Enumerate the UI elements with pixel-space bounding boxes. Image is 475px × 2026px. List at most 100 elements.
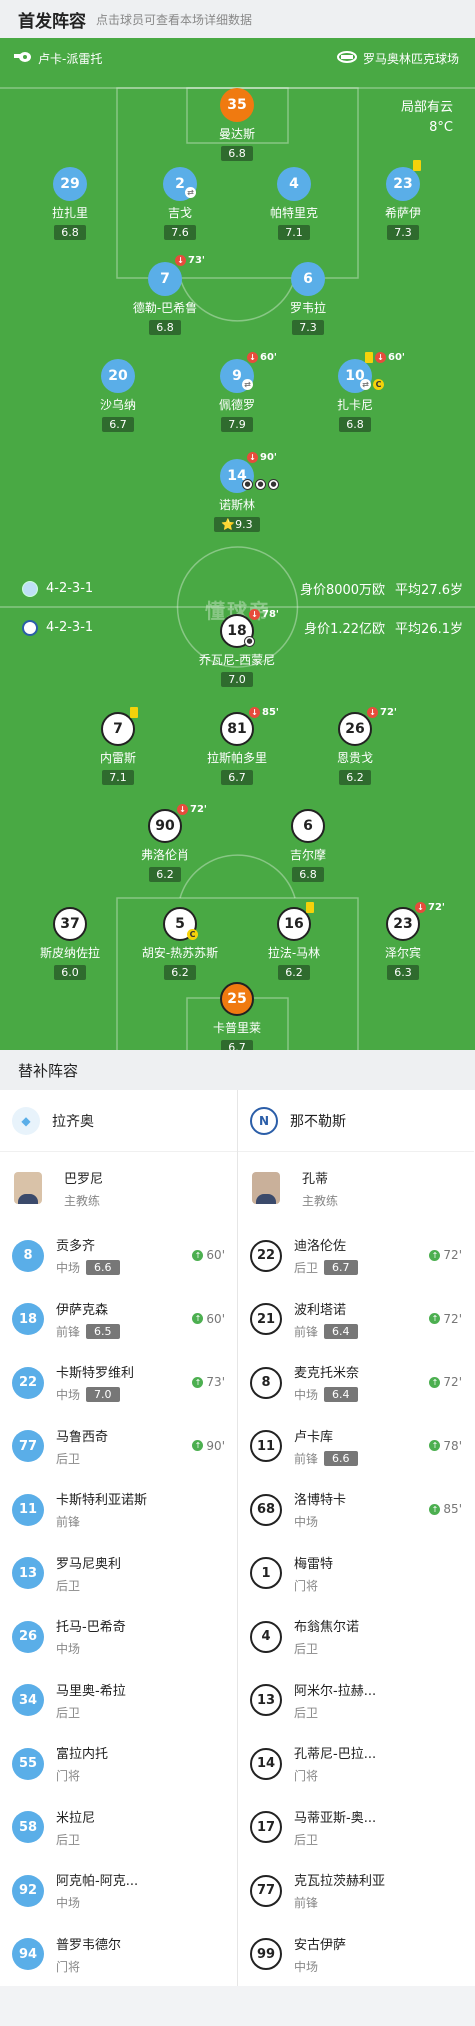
sub-player-row[interactable]: 18 伊萨克森 前锋 6.5 ↑ 60' (0, 1288, 237, 1352)
pitch-player[interactable]: 18 ↓ 78' ● 乔瓦尼-西蒙尼 7.0 (182, 609, 292, 687)
sub-player-row[interactable]: 17 马蒂亚斯-奥... 后卫 (238, 1796, 474, 1860)
pitch-player[interactable]: 6 罗韦拉 7.3 (253, 262, 363, 335)
pitch-player[interactable]: 6 吉尔摩 6.8 (253, 809, 363, 882)
player-number: 2 (175, 176, 185, 192)
sub-minute: 85' (262, 707, 279, 718)
sub-out-icon: ↓ (415, 902, 426, 913)
pitch-player[interactable]: 23 希萨伊 7.3 (348, 160, 458, 240)
sub-out-icon: ↓ (249, 609, 260, 620)
sub-player-row[interactable]: 22 卡斯特罗维利 中场 7.0 ↑ 73' (0, 1351, 237, 1415)
sub-name: 伊萨克森 (56, 1302, 109, 1318)
sub-player-row[interactable]: 34 马里奥-希拉 后卫 (0, 1669, 237, 1733)
sub-player-row[interactable]: 26 托马-巴希奇 中场 (0, 1605, 237, 1669)
sub-player-row[interactable]: 11 卢卡库 前锋 6.6 ↑ 78' (238, 1415, 474, 1479)
player-name: 胡安-热苏苏斯 (141, 946, 219, 960)
player-name: 曼达斯 (218, 127, 255, 141)
sub-player-row[interactable]: 8 麦克托米奈 中场 6.4 ↑ 72' (238, 1351, 474, 1415)
pitch-player[interactable]: 10 ↓ 60' ⇄ C 扎卡尼 6.8 (300, 352, 410, 432)
sub-minute: 60' (260, 352, 277, 363)
rating-value: 7.3 (299, 321, 317, 334)
sub-player-row[interactable]: 4 布翁焦尔诺 后卫 (238, 1605, 474, 1669)
player-number: 6 (303, 271, 313, 287)
player-events: ↓ 73' (175, 255, 205, 266)
sub-in-arrow-icon: ↑ (192, 1376, 204, 1388)
player-rating: 7.0 (221, 672, 253, 687)
home-coach[interactable]: 巴罗尼 主教练 (0, 1152, 237, 1224)
sub-in: ↑ 72' (429, 1375, 462, 1389)
rating-value: 7.0 (228, 673, 246, 686)
napoli-logo-icon: N (250, 1106, 278, 1135)
sub-number: 34 (12, 1684, 44, 1717)
sub-position: 前锋 (294, 1896, 319, 1911)
sub-in: ↑ 72' (429, 1312, 462, 1326)
pitch-player[interactable]: 9 ↓ 60' ⇄ 佩德罗 7.9 (182, 352, 292, 432)
sub-out-icon: ↓ (175, 255, 186, 266)
sub-player-row[interactable]: 77 马鲁西奇 后卫 ↑ 90' (0, 1415, 237, 1479)
pitch-player[interactable]: 20 沙乌纳 6.7 (63, 359, 173, 432)
pitch-player[interactable]: 35 曼达斯 6.8 (182, 88, 292, 161)
player-number: 37 (60, 916, 80, 932)
coach-avatar (14, 1172, 42, 1204)
sub-player-row[interactable]: 8 贡多齐 中场 6.6 ↑ 60' (0, 1224, 237, 1288)
pitch-player[interactable]: 5 C 胡安-热苏苏斯 6.2 (125, 907, 235, 980)
sub-in-arrow-icon: ↑ (192, 1313, 204, 1324)
sub-position: 中场 (56, 1388, 81, 1403)
pitch-player[interactable]: 37 斯皮纳佐拉 6.0 (15, 907, 125, 980)
pitch-player[interactable]: 81 ↓ 85' 拉斯帕多里 6.7 (182, 707, 292, 785)
sub-in-minute: 72' (443, 1248, 462, 1262)
sub-number: 13 (250, 1684, 282, 1717)
home-team-header[interactable]: ◆ 拉齐奥 (0, 1090, 237, 1152)
pitch-player[interactable]: 2 ⇄ 吉戈 7.6 (125, 167, 235, 240)
player-events (306, 902, 314, 913)
pitch-player[interactable]: 23 ↓ 72' 泽尔宾 6.3 (348, 902, 458, 980)
sub-player-row[interactable]: 94 普罗韦德尔 门将 (0, 1923, 237, 1987)
sub-player-row[interactable]: 68 洛博特卡 中场 ↑ 85' (238, 1478, 474, 1542)
captain-icon: C (187, 929, 198, 940)
sub-player-row[interactable]: 55 富拉内托 门将 (0, 1732, 237, 1796)
sub-player-row[interactable]: 1 梅雷特 门将 (238, 1542, 474, 1606)
player-rating: 6.7 (221, 770, 253, 785)
pitch-player[interactable]: 26 ↓ 72' 恩贵戈 6.2 (300, 707, 410, 785)
sub-player-row[interactable]: 58 米拉尼 后卫 (0, 1796, 237, 1860)
sub-name: 普罗韦德尔 (56, 1937, 122, 1953)
pitch-player[interactable]: 14 ↓ 90' ● ● ● 诺斯林 ⭐9.3 (182, 452, 292, 532)
sub-position: 门将 (56, 1769, 81, 1784)
pitch-player[interactable]: 29 拉扎里 6.8 (15, 167, 125, 240)
player-number-badge: 5C (163, 907, 198, 941)
yellow-card-icon (306, 902, 314, 913)
sub-name: 卡斯特罗维利 (56, 1366, 135, 1382)
away-team-header[interactable]: N 那不勒斯 (238, 1090, 474, 1152)
sub-player-row[interactable]: 92 阿克帕-阿克... 中场 (0, 1859, 237, 1923)
player-badges: C (187, 929, 198, 940)
away-coach[interactable]: 孔蒂 主教练 (238, 1152, 474, 1224)
sub-number: 22 (250, 1239, 282, 1272)
sub-player-row[interactable]: 13 阿米尔-拉赫... 后卫 (238, 1669, 474, 1733)
sub-player-row[interactable]: 99 安古伊萨 中场 (238, 1923, 474, 1987)
player-rating: 6.8 (221, 146, 253, 161)
sub-player-row[interactable]: 77 克瓦拉茨赫利亚 前锋 (238, 1859, 474, 1923)
sub-player-row[interactable]: 13 罗马尼奥利 后卫 (0, 1542, 237, 1606)
pitch-player[interactable]: 90 ↓ 72' 弗洛伦肖 6.2 (110, 804, 220, 882)
player-number-badge: 35 (220, 88, 254, 122)
sub-player-row[interactable]: 11 卡斯特利亚诺斯 前锋 (0, 1478, 237, 1542)
captain-icon: C (373, 379, 384, 390)
player-number-badge: 90 ↓ 72' (148, 804, 207, 843)
sub-player-row[interactable]: 22 迪洛伦佐 后卫 6.7 ↑ 72' (238, 1224, 474, 1288)
sub-in-arrow-icon: ↑ (192, 1440, 204, 1451)
sub-in-minute: 73' (206, 1375, 225, 1389)
sub-number: 4 (250, 1620, 282, 1653)
home-subs-column: ◆ 拉齐奥 巴罗尼 主教练 8 贡多齐 中场 6.6 ↑ 60' 18 伊萨克森 前锋 6.5 ↑ 6… (0, 1090, 237, 1986)
player-number: 7 (113, 721, 123, 737)
sub-player-row[interactable]: 21 波利塔诺 前锋 6.4 ↑ 72' (238, 1288, 474, 1352)
sub-name: 梅雷特 (294, 1556, 334, 1572)
rating-value: 6.8 (228, 147, 246, 160)
pitch-player[interactable]: 4 帕特里克 7.1 (239, 167, 349, 240)
yellow-card-icon (365, 352, 373, 363)
sub-player-row[interactable]: 14 孔蒂尼-巴拉... 门将 (238, 1732, 474, 1796)
pitch-player[interactable]: 7 ↓ 73' 德勒-巴希鲁 6.8 (110, 255, 220, 335)
sub-rating: 6.6 (324, 1450, 358, 1466)
pitch-player[interactable]: 7 内雷斯 7.1 (63, 707, 173, 785)
pitch-player[interactable]: 16 拉法-马林 6.2 (239, 902, 349, 980)
sub-number: 92 (12, 1874, 44, 1907)
pitch-player[interactable]: 25 卡普里莱 6.7 (182, 982, 292, 1050)
